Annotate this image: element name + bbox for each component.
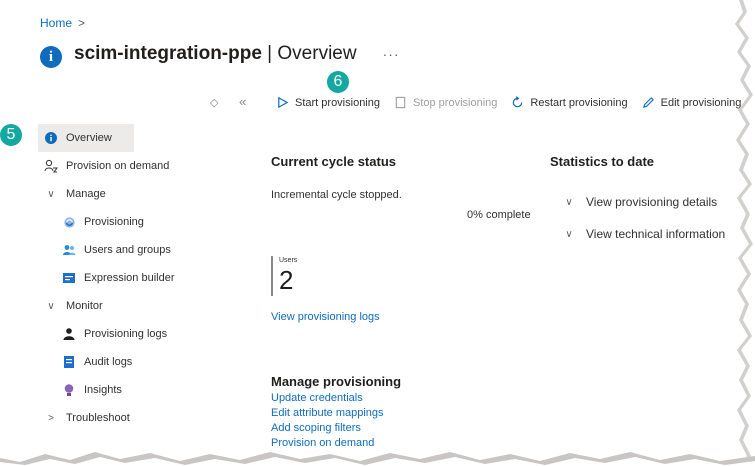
restart-provisioning-label: Restart provisioning [530,96,628,109]
stop-icon [395,96,406,109]
title-separator: | [261,43,278,64]
expander-label: View provisioning details [586,195,718,209]
sidebar-item-label: Insights [84,384,122,396]
insights-icon [62,383,76,397]
provision-on-demand-icon [44,159,58,173]
chevron-down-icon: ∨ [47,300,55,312]
users-icon [62,243,76,257]
edit-provisioning-button[interactable]: Edit provisioning [642,96,742,109]
manage-links: Update credentials Edit attribute mappin… [271,391,384,451]
sidebar-item-label: Expression builder [84,272,175,284]
cycle-status-heading: Current cycle status [271,154,396,169]
sidebar-item-label: Audit logs [84,356,133,368]
command-bar: Start provisioning Stop provisioning Res… [276,96,755,109]
page-header: i scim-integration-ppe | Overview ··· [40,40,400,68]
sidebar-item-label: Provisioning logs [84,328,168,340]
sidebar-item-provisioning-logs[interactable]: Provisioning logs [38,320,258,348]
users-label: Users [279,257,298,264]
sidebar-item-label: Provision on demand [66,160,170,172]
start-provisioning-label: Start provisioning [295,96,380,109]
sidebar-group-troubleshoot[interactable]: > Troubleshoot [38,404,258,432]
breadcrumb: Home > [40,16,85,30]
manage-provisioning-heading: Manage provisioning [271,374,402,389]
pencil-icon [642,97,654,109]
expression-icon [62,271,76,285]
info-icon: i [40,46,62,68]
info-icon [44,131,58,145]
breadcrumb-separator: > [78,16,86,30]
page-title: scim-integration-ppe | Overview [74,43,357,65]
view-provisioning-details-expander[interactable]: ∨ View provisioning details [562,195,717,209]
collapse-sidebar-button[interactable]: « [239,94,246,109]
progress-text: 0% complete [467,209,531,221]
stop-provisioning-button[interactable]: Stop provisioning [394,96,497,109]
app-name: scim-integration-ppe [74,43,262,64]
restart-icon [513,96,523,108]
torn-edge-right [735,0,755,466]
play-icon [278,96,289,109]
sidebar-group-manage[interactable]: ∨ Manage [38,180,258,208]
expander-label: View technical information [586,227,726,241]
section-name: Overview [277,43,357,64]
add-scoping-filters-link[interactable]: Add scoping filters [271,421,384,436]
sidebar-item-overview[interactable]: Overview [38,124,134,152]
chevron-down-icon: ∨ [565,196,573,208]
sidebar-item-expression-builder[interactable]: Expression builder [38,264,258,292]
sidebar-group-label: Monitor [66,300,103,312]
sidebar-group-label: Troubleshoot [66,412,130,424]
users-count: 2 [279,265,294,295]
chevron-down-icon: ∨ [47,188,55,200]
sidebar-item-provisioning[interactable]: Provisioning [38,208,258,236]
breadcrumb-home-link[interactable]: Home [40,16,72,30]
sidebar-group-label: Manage [66,188,106,200]
provision-on-demand-link[interactable]: Provision on demand [271,436,384,451]
statistics-heading: Statistics to date [550,154,655,169]
sidebar-item-insights[interactable]: Insights [38,376,258,404]
chevron-right-icon: > [48,412,54,424]
stop-provisioning-label: Stop provisioning [413,96,498,109]
sidebar-item-provision-on-demand[interactable]: Provision on demand [38,152,258,180]
start-provisioning-button[interactable]: Start provisioning [276,96,380,109]
audit-icon [62,355,76,369]
sidebar-pin-icon[interactable]: ◇ [210,96,218,109]
sidebar-item-label: Overview [66,132,112,144]
chevron-down-icon: ∨ [565,228,573,240]
sidebar-group-monitor[interactable]: ∨ Monitor [38,292,258,320]
restart-provisioning-button[interactable]: Restart provisioning [511,96,628,109]
update-credentials-link[interactable]: Update credentials [271,391,384,406]
callout-5: 5 [0,124,22,146]
logs-icon [62,327,76,341]
edit-attribute-mappings-link[interactable]: Edit attribute mappings [271,406,384,421]
view-technical-information-expander[interactable]: ∨ View technical information [562,227,725,241]
sidebar-item-label: Provisioning [84,216,144,228]
view-provisioning-logs-link[interactable]: View provisioning logs [271,311,380,323]
edit-provisioning-label: Edit provisioning [660,96,742,109]
sidebar-item-label: Users and groups [84,244,171,256]
sidebar: Overview Provision on demand ∨ Manage Pr… [38,124,258,432]
provisioning-icon [62,215,76,229]
more-options-button[interactable]: ··· [383,46,400,62]
cycle-status-text: Incremental cycle stopped. [271,189,402,201]
callout-6: 6 [327,71,349,93]
users-divider [271,256,273,296]
sidebar-item-users-and-groups[interactable]: Users and groups [38,236,258,264]
sidebar-item-audit-logs[interactable]: Audit logs [38,348,258,376]
